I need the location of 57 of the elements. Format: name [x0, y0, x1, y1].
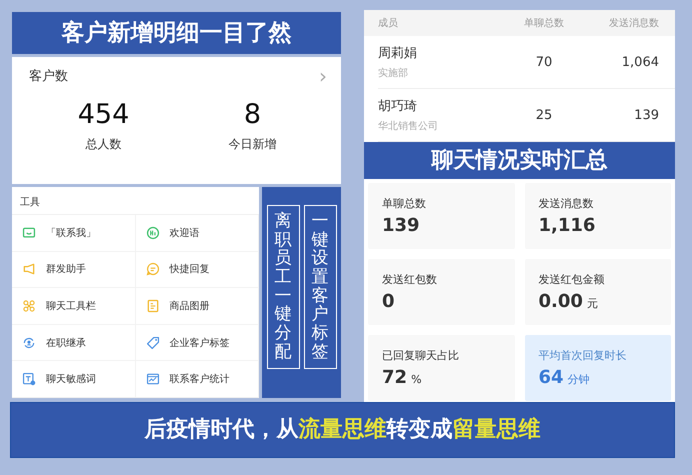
stat-value: 0.00 [538, 291, 583, 312]
stat-label: 发送红包数 [382, 272, 438, 287]
tool-item[interactable]: 快捷回复 [136, 252, 259, 288]
table-cell-text: 1,064 [620, 54, 660, 70]
column-header: 发送消息数 [608, 16, 660, 30]
stat-value: 64 [538, 367, 564, 388]
chart-window-icon [146, 372, 160, 386]
column-header: 成员 [377, 16, 399, 30]
stat-label: 平均首次回复时长 [538, 348, 628, 363]
tag-icon [146, 336, 160, 350]
tool-item[interactable]: 在职继承 [12, 324, 136, 362]
megaphone-icon [22, 262, 36, 276]
metric-value: 8 [244, 99, 262, 130]
metric-label: 今日新增 [228, 136, 276, 153]
metric-label: 总人数 [86, 136, 122, 153]
tool-item[interactable]: 群发助手 [12, 252, 136, 288]
tool-item[interactable]: 「联系我」 [12, 215, 136, 252]
tool-item[interactable]: 商品图册 [136, 288, 259, 325]
vertical-caption: 一键设置客户标签 [304, 205, 336, 368]
tool-item[interactable]: 聊天工具栏 [12, 288, 136, 325]
member-name: 周莉娟 [378, 45, 418, 62]
stat-label: 已回复聊天占比 [382, 348, 460, 363]
member-name: 胡巧琦 [378, 98, 418, 115]
person-cycle-icon [22, 336, 36, 350]
stat-label: 单聊总数 [382, 196, 427, 211]
stat-value: 1,116 [538, 215, 596, 236]
tool-item[interactable]: 联系客户统计 [136, 361, 259, 398]
slogan-text: 后疫情时代，从流量思维转变成留量思维 [144, 417, 540, 442]
vertical-caption: 离职员工一键分配 [266, 205, 300, 368]
card-title: 客户数 [29, 68, 68, 85]
metric-value: 454 [78, 99, 130, 130]
member-department: 实施部 [378, 66, 409, 80]
text-box-icon [22, 372, 36, 386]
stat-unit: 分钟 [568, 372, 590, 387]
column-header: 单聊总数 [523, 16, 565, 30]
stat-value: 72 [382, 367, 408, 388]
stat-value: 139 [382, 215, 420, 236]
chat-bubble-icon [146, 262, 160, 276]
message-icon [22, 226, 36, 240]
tool-item[interactable]: 聊天敏感词 [12, 361, 136, 398]
member-department: 华北销售公司 [378, 120, 439, 133]
tool-item[interactable]: 欢迎语 [136, 215, 259, 252]
stat-unit: 元 [586, 296, 598, 311]
section-title-banner: 客户新增明细一目了然 [12, 12, 341, 54]
section-title-banner: 聊天情况实时汇总 [364, 142, 675, 179]
table-cell-text: 25 [534, 108, 554, 122]
stat-value: 0 [382, 291, 395, 312]
tool-item[interactable]: 企业客户标签 [136, 324, 259, 362]
stat-unit: % [411, 373, 422, 386]
document-icon [146, 298, 160, 313]
table-cell-text: 139 [633, 108, 660, 122]
table-cell-text: 70 [534, 54, 554, 70]
stat-label: 发送消息数 [538, 196, 594, 211]
hi-bubble-icon [146, 226, 160, 240]
knot-icon [22, 298, 36, 313]
stat-label: 发送红包金额 [538, 272, 606, 287]
tools-title: 工具 [12, 187, 259, 215]
